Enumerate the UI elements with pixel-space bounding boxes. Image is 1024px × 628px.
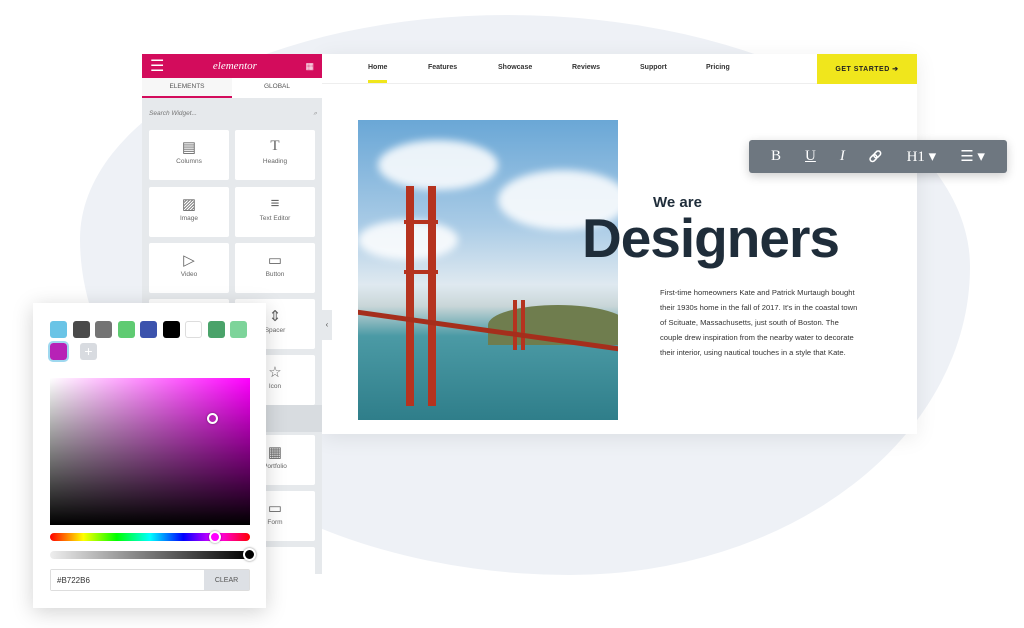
color-swatch[interactable] [95,321,112,338]
video-icon: ▷ [183,252,195,269]
headline[interactable]: Designers [582,206,840,270]
hamburger-icon[interactable]: ☰ [150,56,164,76]
color-swatch[interactable] [207,321,225,338]
color-swatch[interactable] [117,321,135,338]
site-preview: Home Features Showcase Reviews Support P… [322,54,917,434]
widget-heading[interactable]: T Heading [235,130,315,180]
image-icon: ▨ [181,196,197,213]
color-swatch[interactable] [140,321,157,338]
apps-grid-icon[interactable]: ▦ [305,61,314,72]
widget-video[interactable]: ▷ Video [149,243,229,293]
widget-label: Image [179,215,199,222]
nav-home[interactable]: Home [368,64,388,83]
color-swatch[interactable] [185,321,202,338]
widget-label: Heading [262,158,288,165]
button-icon: ▭ [267,252,283,269]
golden-gate-photo [358,120,618,420]
widget-button[interactable]: ▭ Button [235,243,315,293]
alpha-slider[interactable] [50,551,250,559]
nav-pricing[interactable]: Pricing [706,64,730,71]
color-swatch[interactable] [50,321,67,338]
underline-button[interactable]: U [805,148,816,165]
tab-elements[interactable]: ELEMENTS [142,78,232,98]
elementor-logo: elementor [212,60,257,72]
search-widget-input[interactable]: Search Widget... ⌕ [149,110,317,118]
search-placeholder: Search Widget... [149,110,197,117]
body-paragraph[interactable]: First-time homeowners Kate and Patrick M… [660,285,860,360]
color-swatch[interactable] [162,321,180,338]
widget-label: Columns [176,158,202,165]
saturation-handle[interactable] [207,413,218,424]
list-dropdown[interactable]: ☰ ▾ [960,147,985,166]
tab-global[interactable]: GLOBAL [232,78,322,98]
color-swatch[interactable] [72,321,90,338]
nav-features[interactable]: Features [428,64,457,71]
collapse-panel-button[interactable]: ‹ [322,310,332,340]
text-editor-icon: ≡ [270,195,280,212]
bold-button[interactable]: B [771,148,781,165]
alpha-handle[interactable] [243,548,256,561]
widget-label: Video [180,271,198,278]
color-swatch[interactable] [48,341,69,362]
clear-button[interactable]: CLEAR [204,570,249,590]
text-format-toolbar: B U I 🔗 H1 ▾ ☰ ▾ [749,140,1007,173]
columns-icon: ▤ [181,139,197,156]
hex-field: CLEAR [50,569,250,591]
hex-input[interactable] [51,570,204,590]
heading-dropdown[interactable]: H1 ▾ [907,147,937,166]
color-picker: + CLEAR [33,303,266,608]
add-swatch-button[interactable]: + [80,343,97,360]
widget-label: Button [265,271,285,278]
widget-text-editor[interactable]: ≡ Text Editor [235,187,315,237]
widget-label: Text Editor [259,215,291,222]
nav-showcase[interactable]: Showcase [498,64,532,71]
site-nav: Home Features Showcase Reviews Support P… [322,54,917,84]
widget-image[interactable]: ▨ Image [149,187,229,237]
italic-button[interactable]: I [840,148,845,165]
link-icon[interactable]: 🔗 [869,150,883,163]
get-started-button[interactable]: GET STARTED ➔ [817,54,917,84]
hue-handle[interactable] [209,531,221,543]
panel-header: ☰ elementor ▦ [142,54,322,78]
search-icon: ⌕ [313,110,317,117]
saturation-area[interactable] [50,378,250,525]
heading-icon: T [270,138,280,154]
nav-support[interactable]: Support [640,64,667,71]
color-swatch[interactable] [230,321,247,338]
widget-columns[interactable]: ▤ Columns [149,130,229,180]
nav-reviews[interactable]: Reviews [572,64,600,71]
